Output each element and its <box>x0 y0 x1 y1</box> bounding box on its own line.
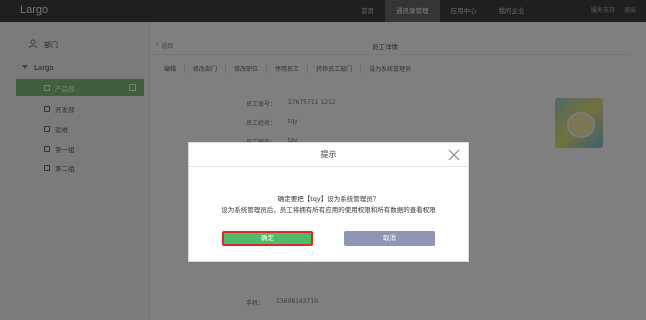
confirm-button[interactable]: 确定 <box>222 231 313 246</box>
dialog-message-line2: 设为系统管理员后，员工将拥有所有应用的使用权限和所有数据的查看权限 <box>221 206 436 214</box>
close-icon[interactable] <box>448 149 460 161</box>
dialog-header: 提示 <box>189 143 468 167</box>
dialog-title: 提示 <box>320 150 337 159</box>
dialog-message-line1: 确定要把【tqy】设为系统管理员？ <box>277 195 380 203</box>
confirm-dialog: 提示 确定要把【tqy】设为系统管理员？ 设为系统管理员后，员工将拥有所有应用的… <box>188 142 469 262</box>
cancel-button[interactable]: 取消 <box>344 231 435 246</box>
